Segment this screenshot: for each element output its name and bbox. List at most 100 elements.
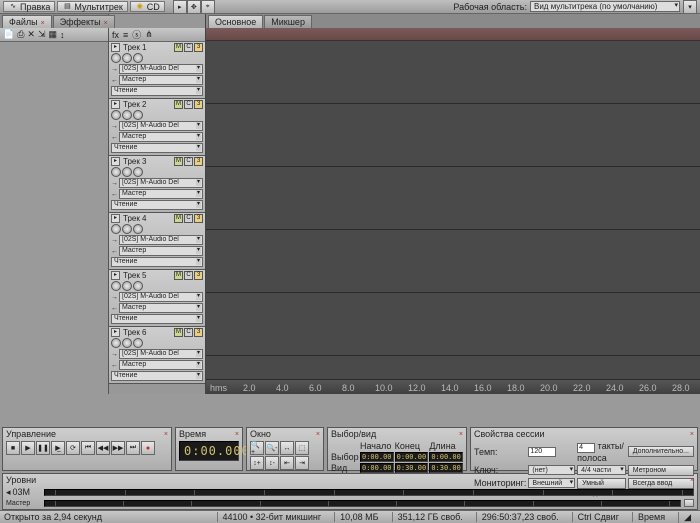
pan-knob[interactable] <box>122 338 132 348</box>
metronome-button[interactable]: Метроном <box>628 465 694 476</box>
send-icon[interactable]: ⓢ <box>132 28 141 41</box>
view-start-input[interactable] <box>360 463 394 473</box>
track-name[interactable]: Трек 3 <box>121 157 173 166</box>
output-select[interactable]: Мастер <box>119 303 203 313</box>
output-select[interactable]: Мастер <box>119 75 203 85</box>
loop-button[interactable]: ⟳ <box>66 441 80 455</box>
pan-knob[interactable] <box>122 53 132 63</box>
close-icon[interactable]: × <box>690 431 694 438</box>
expand-icon[interactable]: ▸ <box>111 214 120 223</box>
timeline-lane[interactable] <box>206 41 700 104</box>
mute-button[interactable]: M <box>174 271 183 280</box>
meter-reset-button[interactable] <box>684 499 694 507</box>
pan-knob[interactable] <box>122 281 132 291</box>
close-icon[interactable]: × <box>459 431 463 438</box>
close-icon[interactable]: × <box>104 20 108 27</box>
fx-icon[interactable]: fx <box>112 30 119 40</box>
solo-button[interactable]: C <box>184 214 193 223</box>
import-icon[interactable]: 📄 <box>3 29 14 40</box>
input-select[interactable]: [02S] M-Audio Del <box>119 121 203 131</box>
advanced-button[interactable]: Дополнительно... <box>628 446 694 457</box>
zoom-full-button[interactable]: ↔ <box>280 441 294 455</box>
move-tool-button[interactable]: ✥ <box>187 0 201 14</box>
mute-button[interactable]: M <box>174 43 183 52</box>
record-button[interactable]: ● <box>141 441 155 455</box>
gain-knob[interactable] <box>133 110 143 120</box>
go-start-button[interactable]: ⏮ <box>81 441 95 455</box>
tab-effects[interactable]: Эффекты× <box>53 15 115 28</box>
play-button[interactable]: ▶ <box>21 441 35 455</box>
always-input-button[interactable]: Всегда ввод <box>628 478 694 489</box>
expand-icon[interactable]: ▸ <box>111 271 120 280</box>
view-len-input[interactable] <box>429 463 463 473</box>
workspace-combo[interactable]: Вид мультитрека (по умолчанию) <box>530 1 680 12</box>
tempo-input[interactable] <box>528 447 556 457</box>
track-name[interactable]: Трек 4 <box>121 214 173 223</box>
timeline-lane[interactable] <box>206 167 700 230</box>
arm-button[interactable]: З <box>194 271 203 280</box>
sel-start-input[interactable] <box>360 452 394 462</box>
volume-knob[interactable] <box>111 338 121 348</box>
automation-mode-select[interactable]: Чтение <box>111 314 203 324</box>
input-select[interactable]: [02S] M-Audio Del <box>119 292 203 302</box>
volume-knob[interactable] <box>111 110 121 120</box>
play-loop-button[interactable]: ▶̲ <box>51 441 65 455</box>
meter-03m[interactable] <box>44 489 694 496</box>
tab-main-view[interactable]: Основное <box>208 15 263 28</box>
input-select[interactable]: [02S] M-Audio Del <box>119 235 203 245</box>
zoom-out-v-button[interactable]: ↕- <box>265 456 279 470</box>
pause-button[interactable]: ❚❚ <box>36 441 50 455</box>
mute-button[interactable]: M <box>174 328 183 337</box>
solo-button[interactable]: C <box>184 100 193 109</box>
hybrid-tool-button[interactable]: ⌖ <box>201 0 215 14</box>
automation-mode-select[interactable]: Чтение <box>111 143 203 153</box>
gain-knob[interactable] <box>133 338 143 348</box>
arm-button[interactable]: З <box>194 43 203 52</box>
expand-icon[interactable]: ◂ <box>6 487 11 497</box>
pan-knob[interactable] <box>122 110 132 120</box>
track-name[interactable]: Трек 1 <box>121 43 173 52</box>
stop-button[interactable]: ■ <box>6 441 20 455</box>
forward-button[interactable]: ▶▶ <box>111 441 125 455</box>
volume-knob[interactable] <box>111 224 121 234</box>
close-icon[interactable]: × <box>164 431 168 438</box>
mute-button[interactable]: M <box>174 157 183 166</box>
automation-mode-select[interactable]: Чтение <box>111 371 203 381</box>
key-combo[interactable]: (нет) <box>528 465 575 475</box>
view-icon[interactable]: ▦ <box>49 29 58 40</box>
volume-knob[interactable] <box>111 281 121 291</box>
timeline-body[interactable] <box>206 41 700 380</box>
zoom-in-v-button[interactable]: ↕+ <box>250 456 264 470</box>
output-select[interactable]: Мастер <box>119 189 203 199</box>
expand-icon[interactable]: ▸ <box>111 43 120 52</box>
automation-mode-select[interactable]: Чтение <box>111 257 203 267</box>
timeline-header-strip[interactable] <box>206 28 700 41</box>
gain-knob[interactable] <box>133 167 143 177</box>
arm-button[interactable]: З <box>194 100 203 109</box>
input-select[interactable]: [02S] M-Audio Del <box>119 178 203 188</box>
timeline-lane[interactable] <box>206 356 700 380</box>
tab-mixer-view[interactable]: Микшер <box>264 15 312 28</box>
close-icon[interactable]: × <box>235 431 239 438</box>
status-time-mode[interactable]: Время <box>632 512 670 522</box>
meter-combo[interactable]: 4/4 части <box>577 465 626 475</box>
output-select[interactable]: Мастер <box>119 246 203 256</box>
sel-len-input[interactable] <box>429 452 463 462</box>
mute-button[interactable]: M <box>174 100 183 109</box>
edit-mode-button[interactable]: ∿Правка <box>3 1 55 12</box>
track-name[interactable]: Трек 5 <box>121 271 173 280</box>
mute-button[interactable]: M <box>174 214 183 223</box>
expand-icon[interactable]: ▸ <box>111 328 120 337</box>
automation-icon[interactable]: ⋔ <box>145 29 153 40</box>
expand-icon[interactable]: ▸ <box>111 157 120 166</box>
sort-icon[interactable]: ↕ <box>60 30 65 40</box>
time-ruler[interactable]: hms2.04.06.08.010.012.014.016.018.020.02… <box>206 380 700 394</box>
timeline-lane[interactable] <box>206 230 700 293</box>
input-select[interactable]: [02S] M-Audio Del <box>119 349 203 359</box>
files-list[interactable] <box>0 42 108 394</box>
close-icon[interactable]: × <box>690 477 694 484</box>
zoom-sel-button[interactable]: ⬚ <box>295 441 309 455</box>
time-display[interactable]: 0:00.000 <box>179 441 239 461</box>
rewind-button[interactable]: ◀◀ <box>96 441 110 455</box>
monitor-combo[interactable]: Внешний <box>528 478 575 488</box>
